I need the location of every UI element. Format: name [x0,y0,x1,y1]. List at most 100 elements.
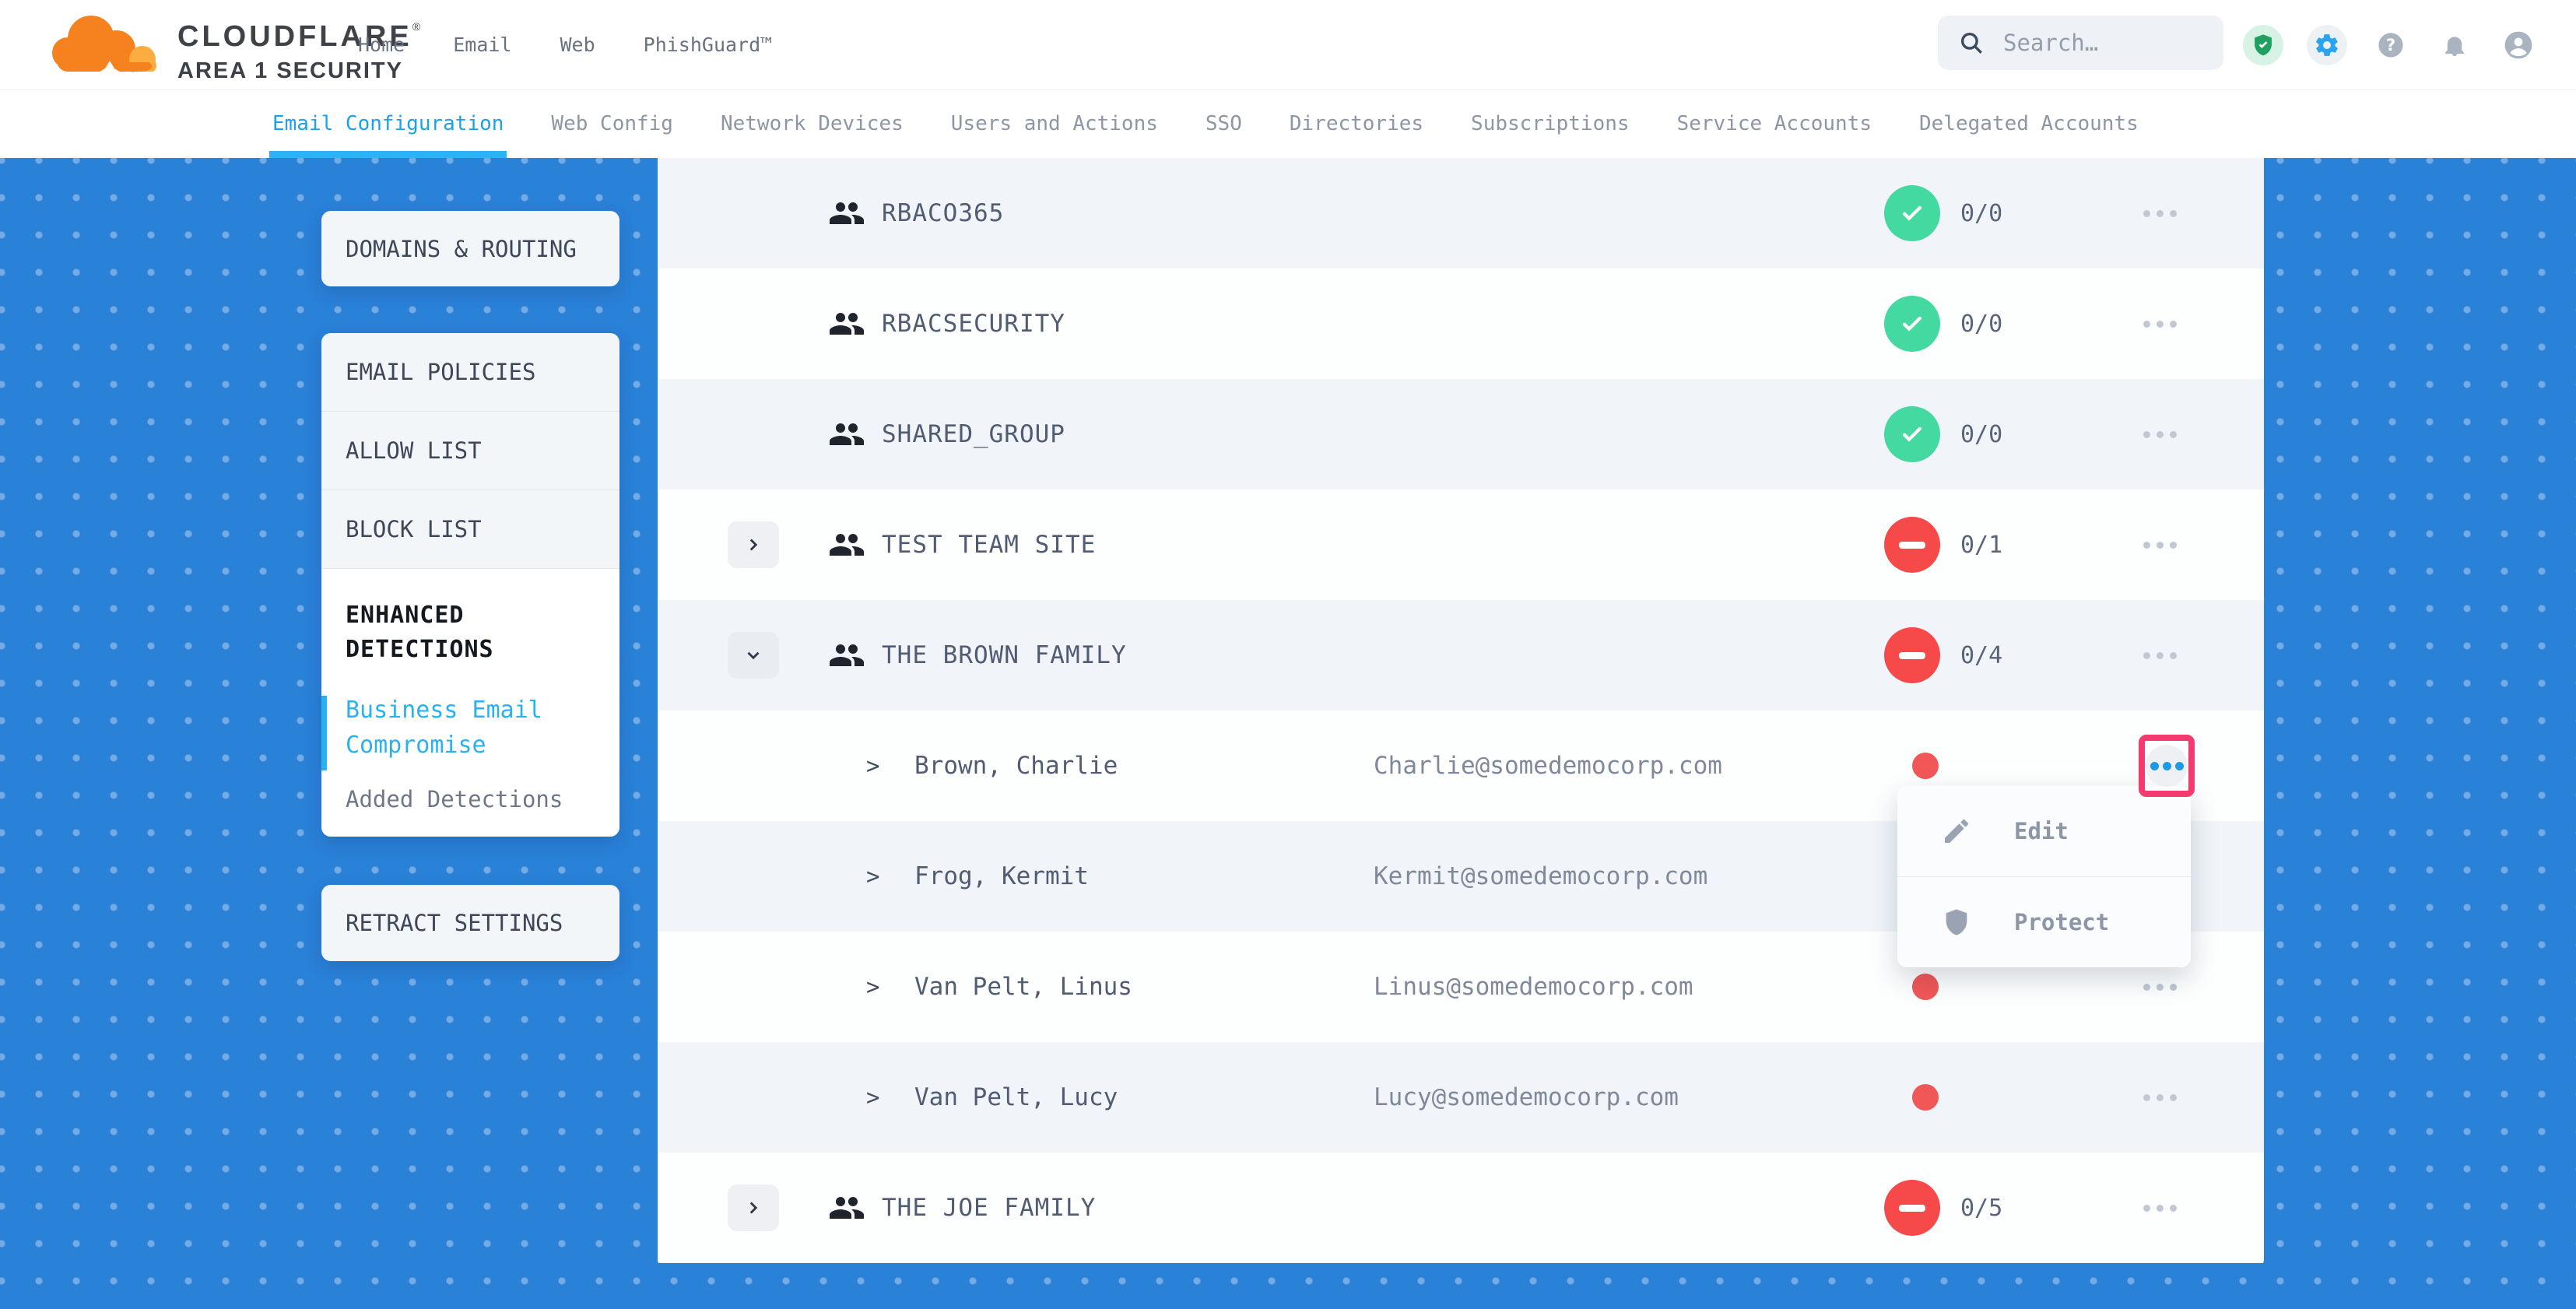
header-nav-email[interactable]: Email [453,33,511,56]
sidebar-item-email-policies[interactable]: EMAIL POLICIES [321,333,619,412]
row-actions-ellipsis-button[interactable] [2125,1042,2195,1153]
pencil-icon [1941,816,1972,847]
protected-count: 0/0 [1960,311,2002,338]
status-minus-icon [1884,627,1940,683]
user-name: Brown, Charlie [914,711,1118,821]
header-nav-home[interactable]: Home [358,33,405,56]
header-icon-cluster: ? [2243,0,2576,89]
tab-email-configuration[interactable]: Email Configuration [272,89,504,158]
group-name: RBACO365 [882,158,1004,268]
table-row: >Van Pelt, LucyLucy@somedemocorp.com [658,1042,2264,1153]
table-row: SHARED_GROUP0/0 [658,379,2264,490]
tab-directories[interactable]: Directories [1290,89,1423,158]
sidebar-item-allow-list[interactable]: ALLOW LIST [321,412,619,490]
menu-item-protect[interactable]: Protect [1897,876,2191,967]
group-people-icon [827,305,866,342]
minus-bar [1899,1205,1925,1212]
group-name: THE JOE FAMILY [882,1153,1096,1263]
user-email: Linus@somedemocorp.com [1374,932,1693,1042]
table-row: THE JOE FAMILY 0/5 [658,1153,2264,1263]
tab-delegated-accounts[interactable]: Delegated Accounts [1919,89,2139,158]
table-row: RBACO365 0/0 [658,158,2264,268]
menu-item-edit[interactable]: Edit [1897,786,2191,876]
sidebar-section-enhanced-detections: ENHANCED DETECTIONS Business Email Compr… [321,569,619,837]
settings-gear-icon[interactable] [2307,25,2347,65]
row-actions-ellipsis-button[interactable] [2125,1153,2195,1263]
header-nav-phishguard[interactable]: PhishGuard™ [644,33,773,56]
minus-bar [1899,652,1925,659]
sidebar-policy-list: EMAIL POLICIESALLOW LISTBLOCK LIST [321,333,619,569]
row-context-menu: Edit Protect [1897,786,2191,967]
tab-network-devices[interactable]: Network Devices [721,89,904,158]
cloudflare-logo-icon[interactable] [43,6,175,84]
user-email: Kermit@somedemocorp.com [1374,821,1707,932]
help-icon[interactable]: ? [2371,25,2411,65]
notifications-bell-icon[interactable] [2434,25,2475,65]
sidebar-item-block-list[interactable]: BLOCK LIST [321,490,619,569]
sidebar-item-retract-settings[interactable]: RETRACT SETTINGS [321,885,619,961]
group-status: 0/0 [1884,158,2002,268]
expand-chevron-button[interactable] [728,1184,779,1231]
user-name: Frog, Kermit [914,821,1089,932]
app-window: CLOUDFLARE® AREA 1 SECURITY HomeEmailWeb… [0,0,2576,1309]
tab-web-config[interactable]: Web Config [551,89,673,158]
row-actions-ellipsis-button[interactable] [2125,600,2195,711]
row-actions-ellipsis-button[interactable] [2125,268,2195,379]
chevron-right-icon [743,535,763,555]
search-box[interactable] [1938,16,2223,70]
search-input[interactable] [2002,29,2199,57]
sidebar-card-retract-settings: RETRACT SETTINGS [321,885,619,961]
collapse-chevron-button[interactable] [728,632,779,679]
table-row: RBACSECURITY 0/0 [658,268,2264,379]
user-name: Van Pelt, Linus [914,932,1132,1042]
alert-dot-icon [1912,753,1939,779]
group-status: 0/4 [1884,600,2002,711]
tab-users-and-actions[interactable]: Users and Actions [951,89,1158,158]
protected-count: 0/4 [1960,642,2002,669]
expand-chevron-button[interactable] [728,521,779,568]
group-status: 0/5 [1884,1153,2002,1263]
row-actions-ellipsis-button-active[interactable] [2146,745,2188,787]
tab-service-accounts[interactable]: Service Accounts [1677,89,1872,158]
search-icon [1958,30,1985,56]
group-status: 0/0 [1884,379,2002,490]
group-name: THE BROWN FAMILY [882,600,1127,711]
group-people-icon [827,416,866,453]
active-item-indicator [321,696,327,770]
user-name: Van Pelt, Lucy [914,1042,1118,1153]
sidebar-card-email-policies: EMAIL POLICIESALLOW LISTBLOCK LIST ENHAN… [321,333,619,837]
table-row: THE BROWN FAMILY 0/4 [658,600,2264,711]
groups-users-table: RBACO3650/0RBACSECURITY0/0SHARED_GROUP0/… [658,158,2264,1265]
security-shield-icon[interactable] [2243,25,2283,65]
group-name: TEST TEAM SITE [882,490,1096,600]
user-chevron-icon: > [866,821,879,932]
user-email: Lucy@somedemocorp.com [1374,1042,1679,1153]
config-tab-bar: Email Configuration Web Config Network Dev… [0,89,2576,158]
sidebar-item-business-email-compromise[interactable]: Business Email Compromise [346,693,598,763]
menu-item-label: Edit [2014,818,2069,844]
group-people-icon [827,637,866,674]
sidebar-item-enhanced-detections[interactable]: ENHANCED DETECTIONS [346,598,598,666]
status-minus-icon [1884,1180,1940,1236]
sidebar-item-added-detections[interactable]: Added Detections [346,786,598,812]
header-nav-web[interactable]: Web [560,33,595,56]
sidebar-item-domains-routing[interactable]: DOMAINS & ROUTING [321,211,619,286]
protected-count: 0/1 [1960,532,2002,559]
row-actions-ellipsis-button[interactable] [2125,158,2195,268]
tab-subscriptions[interactable]: Subscriptions [1471,89,1630,158]
group-people-icon [827,195,866,232]
protected-count: 0/0 [1960,200,2002,227]
highlight-annotation-box [2139,735,2195,797]
group-name: RBACSECURITY [882,268,1065,379]
tab-sso[interactable]: SSO [1206,89,1242,158]
status-check-icon [1884,406,1940,462]
protected-count: 0/0 [1960,421,2002,448]
top-header: CLOUDFLARE® AREA 1 SECURITY HomeEmailWeb… [0,0,2576,90]
group-status: 0/1 [1884,490,2002,600]
chevron-down-icon [743,645,763,665]
group-people-icon [827,1189,866,1227]
account-avatar-icon[interactable] [2498,25,2539,65]
row-actions-ellipsis-button[interactable] [2125,490,2195,600]
row-actions-ellipsis-button[interactable] [2125,379,2195,490]
shield-icon [1941,907,1972,938]
